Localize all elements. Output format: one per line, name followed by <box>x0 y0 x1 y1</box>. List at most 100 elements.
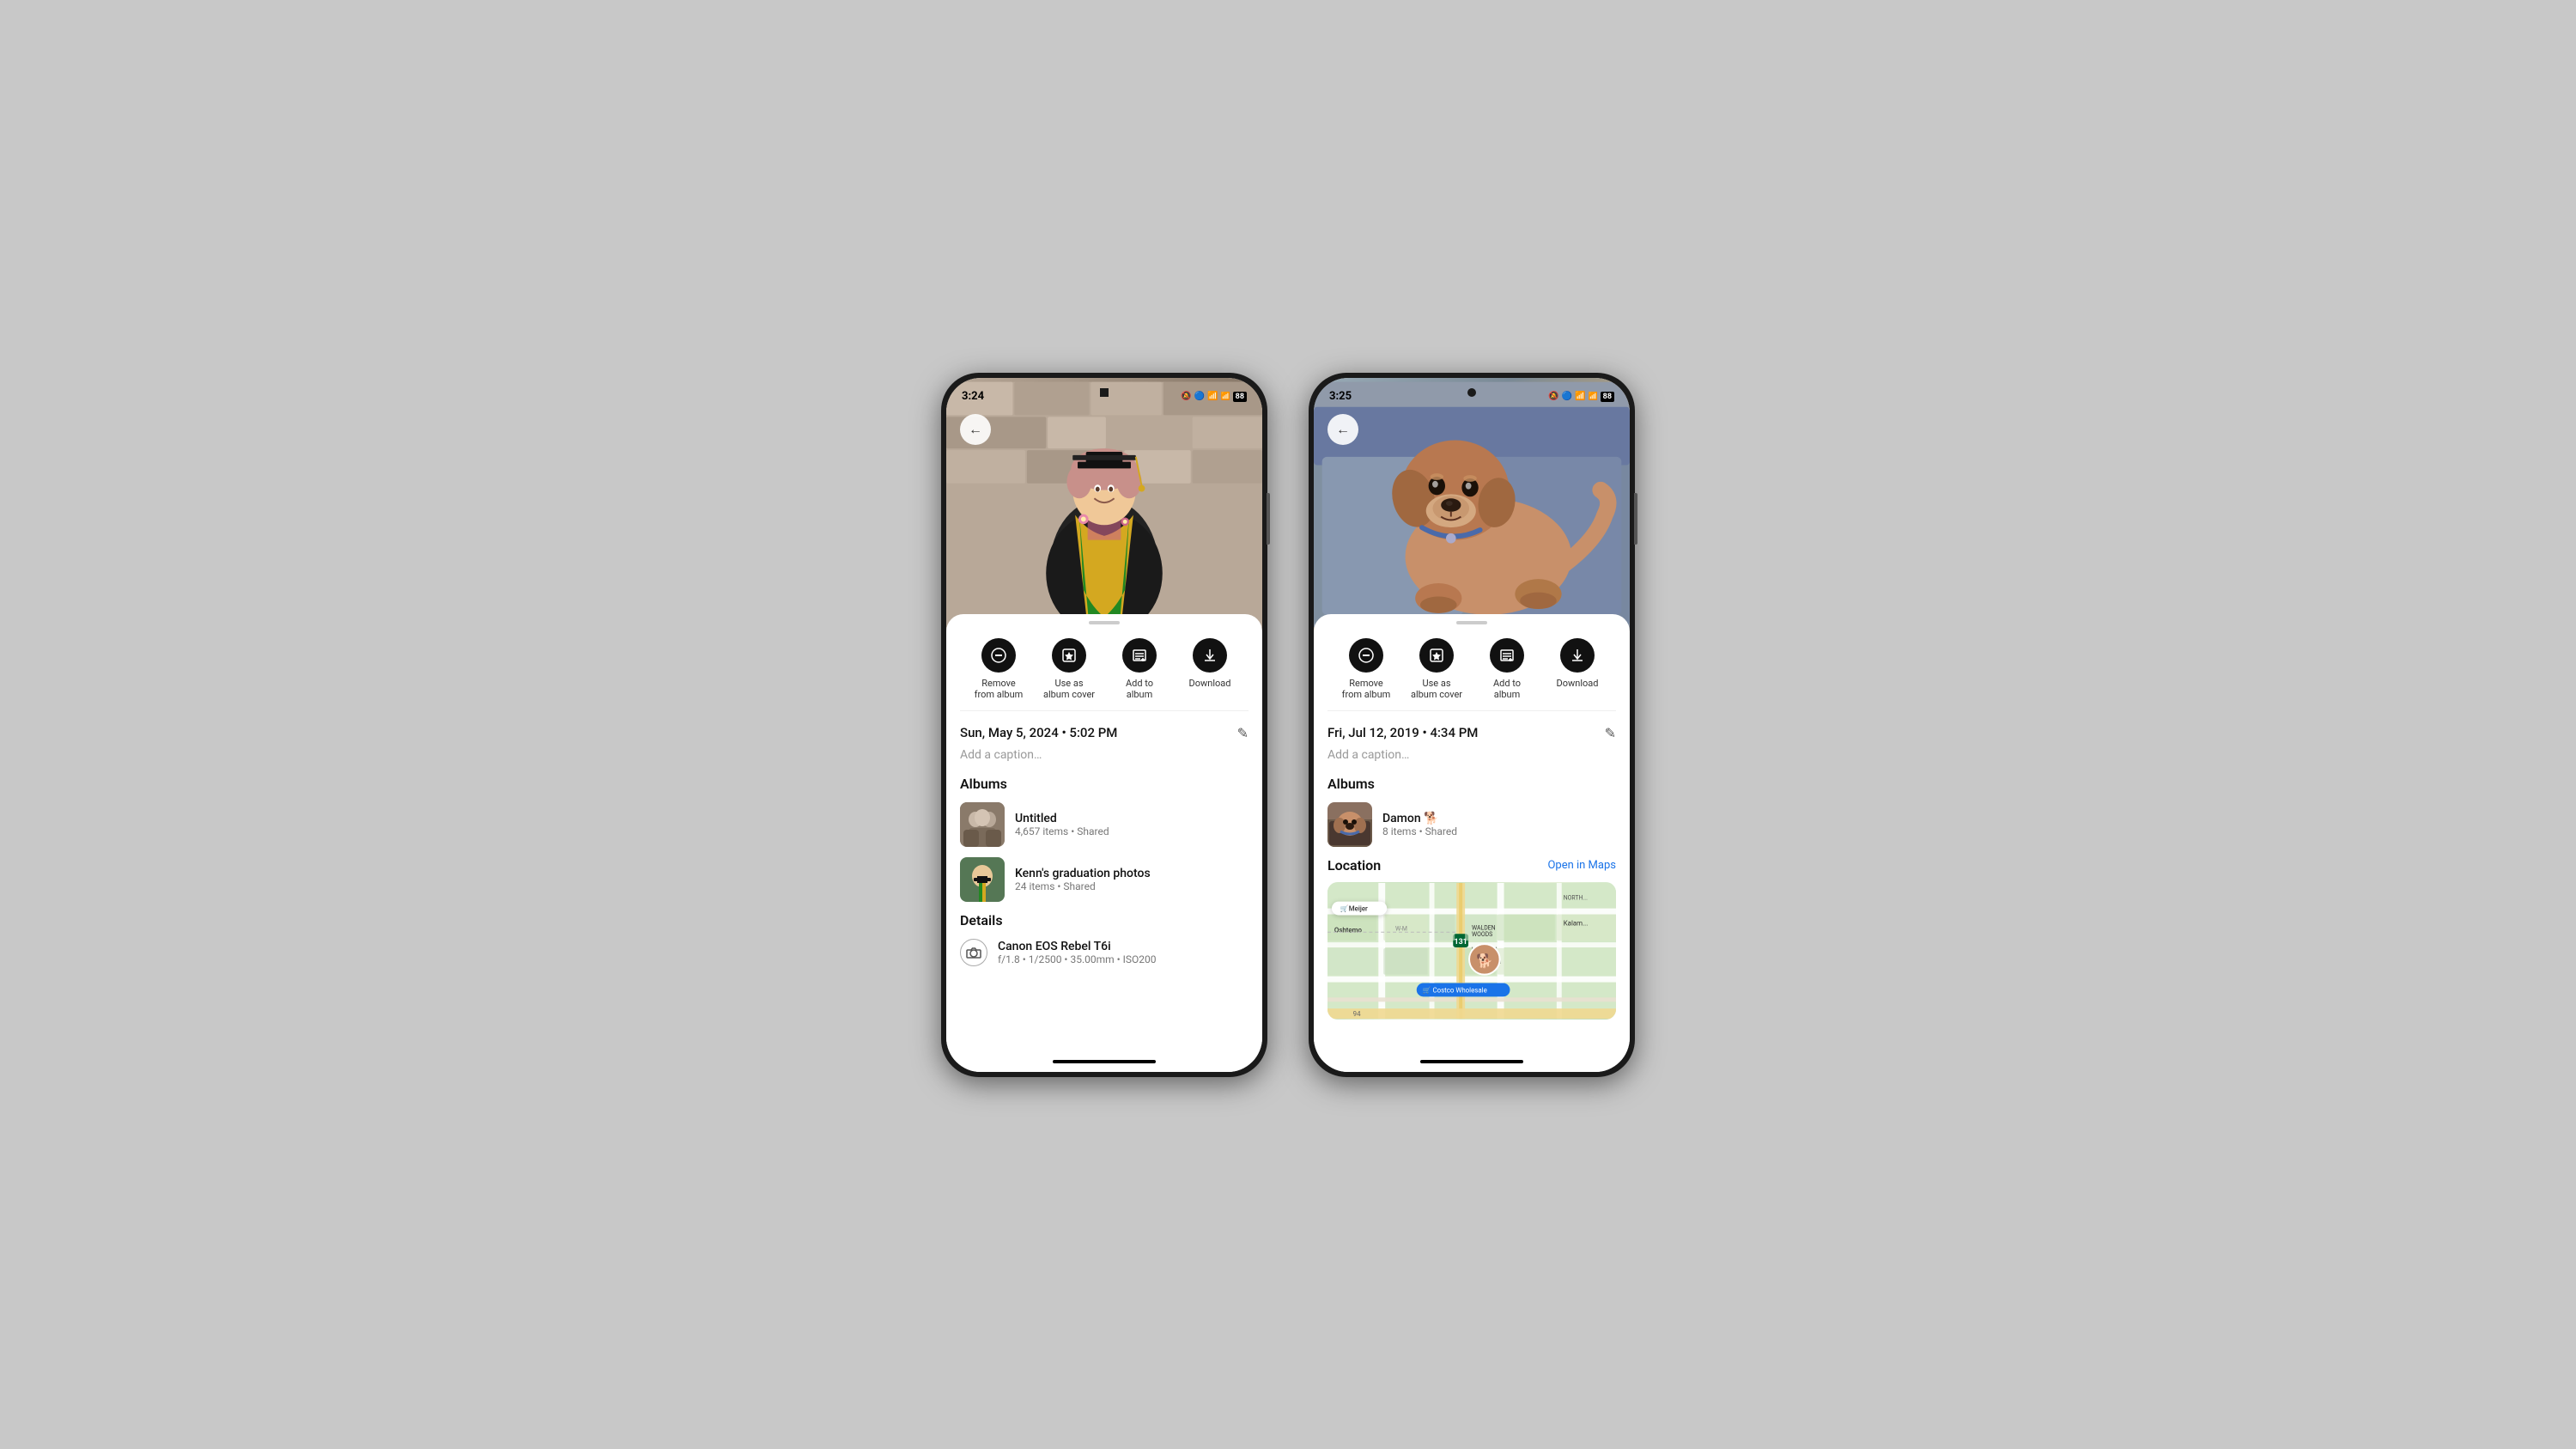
dog-photo-svg <box>1314 378 1630 631</box>
album-meta-damon: 8 items • Shared <box>1382 825 1457 837</box>
side-button-right <box>1267 493 1270 545</box>
status-time-1: 3:24 <box>962 390 984 403</box>
detail-text-camera: Canon EOS Rebel T6i f/1.8 • 1/2500 • 35.… <box>998 940 1157 965</box>
albums-title-2: Albums <box>1327 776 1616 792</box>
svg-text:🛒: 🛒 <box>1340 904 1349 912</box>
album-item-damon[interactable]: Damon 🐕 8 items • Shared <box>1327 802 1616 847</box>
back-button-1[interactable]: ← <box>960 414 991 445</box>
addalbum-icon-2 <box>1490 638 1524 673</box>
status-icons-1: 🔕 🔵 📶 📶 88 <box>1181 392 1247 402</box>
front-camera-1 <box>1100 388 1109 397</box>
back-arrow-icon-2: ← <box>1336 421 1350 438</box>
battery-2: 88 <box>1601 392 1614 402</box>
addalbum-icon-1 <box>1122 638 1157 673</box>
albumcover-icon-1 <box>1052 638 1086 673</box>
svg-text:Oshtemo: Oshtemo <box>1334 926 1363 934</box>
caption-2[interactable]: Add a caption… <box>1327 748 1616 762</box>
map-svg: 131 94 <box>1327 882 1616 1020</box>
bottom-sheet-1: Removefrom album Use asalbum cover Add t… <box>946 614 1262 1051</box>
album-name-untitled: Untitled <box>1015 812 1109 825</box>
bottom-sheet-2: Removefrom album Use asalbum cover Add t… <box>1314 614 1630 1051</box>
action-albumcover-label-2: Use asalbum cover <box>1411 678 1462 700</box>
action-remove-label-2: Removefrom album <box>1342 678 1391 700</box>
device-meta-1: f/1.8 • 1/2500 • 35.00mm • ISO200 <box>998 953 1157 965</box>
album-name-graduation: Kenn's graduation photos <box>1015 867 1151 880</box>
action-download-label-2: Download <box>1557 678 1599 689</box>
date-row-2: Fri, Jul 12, 2019 • 4:34 PM ✎ <box>1327 725 1616 741</box>
albums-title-1: Albums <box>960 776 1249 792</box>
status-time-2: 3:25 <box>1329 390 1352 403</box>
remove-icon-1 <box>981 638 1016 673</box>
action-albumcover-label-1: Use asalbum cover <box>1043 678 1095 700</box>
action-addalbum-label-1: Add toalbum <box>1126 678 1153 700</box>
action-remove-label-1: Removefrom album <box>975 678 1024 700</box>
album-info-damon: Damon 🐕 8 items • Shared <box>1382 812 1457 837</box>
edit-icon-2[interactable]: ✎ <box>1605 725 1616 741</box>
device-name-1: Canon EOS Rebel T6i <box>998 940 1157 953</box>
info-section-2: Fri, Jul 12, 2019 • 4:34 PM ✎ Add a capt… <box>1327 711 1616 1026</box>
album-thumb-untitled <box>960 802 1005 847</box>
album-item-untitled[interactable]: Untitled 4,657 items • Shared <box>960 802 1249 847</box>
detail-row-camera: Canon EOS Rebel T6i f/1.8 • 1/2500 • 35.… <box>960 939 1249 966</box>
location-section-2: Location Open in Maps <box>1327 857 1616 1020</box>
graduation-photo-svg <box>946 378 1262 631</box>
home-bar-2 <box>1420 1060 1523 1063</box>
details-section-1: Details Canon EOS Rebel T6i f/1.8 • 1/25… <box>960 912 1249 966</box>
action-addalbum-2[interactable]: Add toalbum <box>1481 638 1533 700</box>
photo-graduation: 3:24 🔕 🔵 📶 📶 88 <box>946 378 1262 631</box>
open-maps-link-2[interactable]: Open in Maps <box>1547 859 1616 872</box>
action-addalbum-1[interactable]: Add toalbum <box>1114 638 1165 700</box>
action-download-2[interactable]: Download <box>1552 638 1603 700</box>
svg-text:Meijer: Meijer <box>1349 904 1368 912</box>
details-title-1: Details <box>960 912 1249 928</box>
album-thumb-damon <box>1327 802 1372 847</box>
back-button-2[interactable]: ← <box>1327 414 1358 445</box>
album-name-damon: Damon 🐕 <box>1382 812 1457 825</box>
svg-text:NORTH...: NORTH... <box>1564 895 1588 902</box>
album-info-untitled: Untitled 4,657 items • Shared <box>1015 812 1109 837</box>
date-row-1: Sun, May 5, 2024 • 5:02 PM ✎ <box>960 725 1249 741</box>
svg-text:WALDEN: WALDEN <box>1472 924 1496 931</box>
action-row-1: Removefrom album Use asalbum cover Add t… <box>960 624 1249 711</box>
action-albumcover-1[interactable]: Use asalbum cover <box>1043 638 1095 700</box>
svg-text:Kalam...: Kalam... <box>1564 919 1589 927</box>
album-thumb-svg-3 <box>1327 802 1372 847</box>
album-meta-untitled: 4,657 items • Shared <box>1015 825 1109 837</box>
svg-text:W-M: W-M <box>1395 925 1407 932</box>
action-remove-2[interactable]: Removefrom album <box>1340 638 1392 700</box>
date-text-1: Sun, May 5, 2024 • 5:02 PM <box>960 725 1117 740</box>
caption-1[interactable]: Add a caption… <box>960 748 1249 762</box>
map-placeholder-2[interactable]: 131 94 <box>1327 882 1616 1020</box>
camera-icon-1 <box>960 939 987 966</box>
home-indicator-2 <box>1314 1051 1630 1072</box>
home-indicator-1 <box>946 1051 1262 1072</box>
action-albumcover-2[interactable]: Use asalbum cover <box>1411 638 1462 700</box>
download-icon-2 <box>1560 638 1595 673</box>
album-item-graduation[interactable]: Kenn's graduation photos 24 items • Shar… <box>960 857 1249 902</box>
side-button-right-2 <box>1634 493 1637 545</box>
action-row-2: Removefrom album Use asalbum cover Add t… <box>1327 624 1616 711</box>
svg-text:94: 94 <box>1353 1010 1361 1018</box>
photo-dog: 3:25 🔕 🔵 📶 📶 88 <box>1314 378 1630 631</box>
phone-2: 3:25 🔕 🔵 📶 📶 88 <box>1309 373 1635 1077</box>
album-info-graduation: Kenn's graduation photos 24 items • Shar… <box>1015 867 1151 892</box>
album-thumb-svg-2 <box>960 857 1005 902</box>
location-header-2: Location Open in Maps <box>1327 857 1616 874</box>
album-thumb-graduation <box>960 857 1005 902</box>
back-arrow-icon-1: ← <box>969 421 982 438</box>
action-remove-1[interactable]: Removefrom album <box>973 638 1024 700</box>
location-title-2: Location <box>1327 857 1381 874</box>
info-section-1: Sun, May 5, 2024 • 5:02 PM ✎ Add a capti… <box>960 711 1249 973</box>
action-download-1[interactable]: Download <box>1184 638 1236 700</box>
phone-1: 3:24 🔕 🔵 📶 📶 88 <box>941 373 1267 1077</box>
battery-1: 88 <box>1233 392 1247 402</box>
map-bg-2: 131 94 <box>1327 882 1616 1020</box>
action-addalbum-label-2: Add toalbum <box>1493 678 1521 700</box>
albumcover-icon-2 <box>1419 638 1454 673</box>
status-icons-2: 🔕 🔵 📶 📶 88 <box>1548 392 1614 402</box>
svg-text:WOODS: WOODS <box>1472 931 1492 938</box>
album-meta-graduation: 24 items • Shared <box>1015 880 1151 892</box>
edit-icon-1[interactable]: ✎ <box>1237 725 1249 741</box>
download-icon-1 <box>1193 638 1227 673</box>
front-camera-2 <box>1467 388 1476 397</box>
